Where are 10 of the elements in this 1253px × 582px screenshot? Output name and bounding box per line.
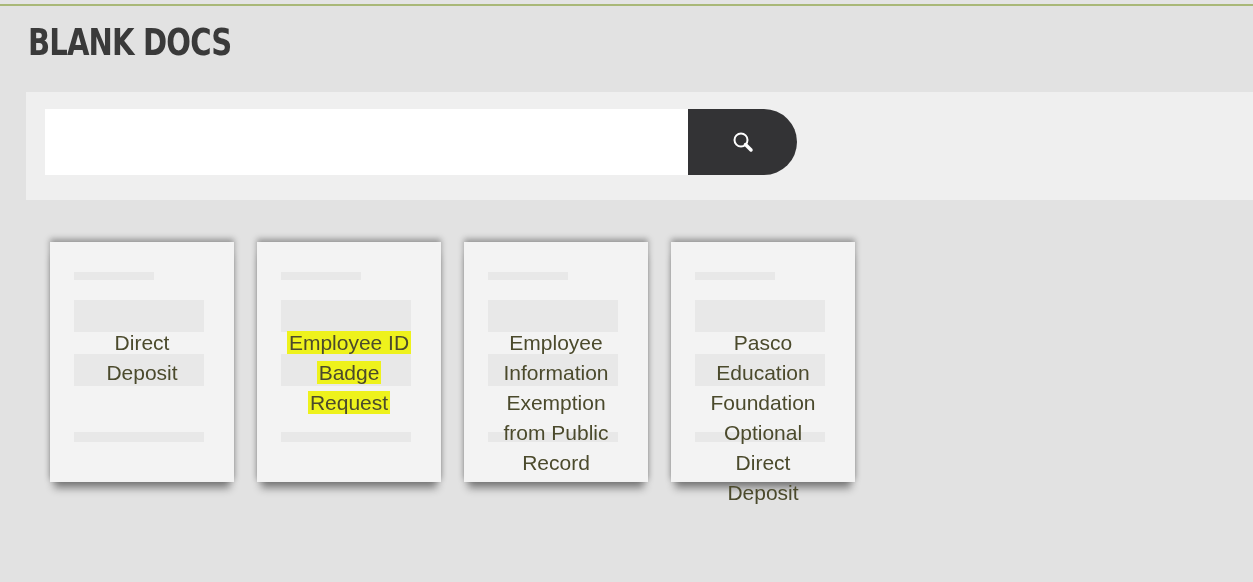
search-field[interactable] [45, 109, 688, 175]
search-button[interactable] [688, 109, 797, 175]
document-title: Employee Information Exemption from Public Record [502, 330, 610, 476]
document-title: Pasco Education Foundation Optional Direct Deposit [709, 330, 817, 506]
document-card[interactable] [671, 242, 855, 482]
search-icon [731, 131, 754, 153]
page-title: BLANK DOCS [28, 19, 233, 66]
document-card[interactable] [257, 242, 441, 482]
document-card[interactable] [464, 242, 648, 482]
document-title: Direct Deposit [105, 330, 179, 386]
